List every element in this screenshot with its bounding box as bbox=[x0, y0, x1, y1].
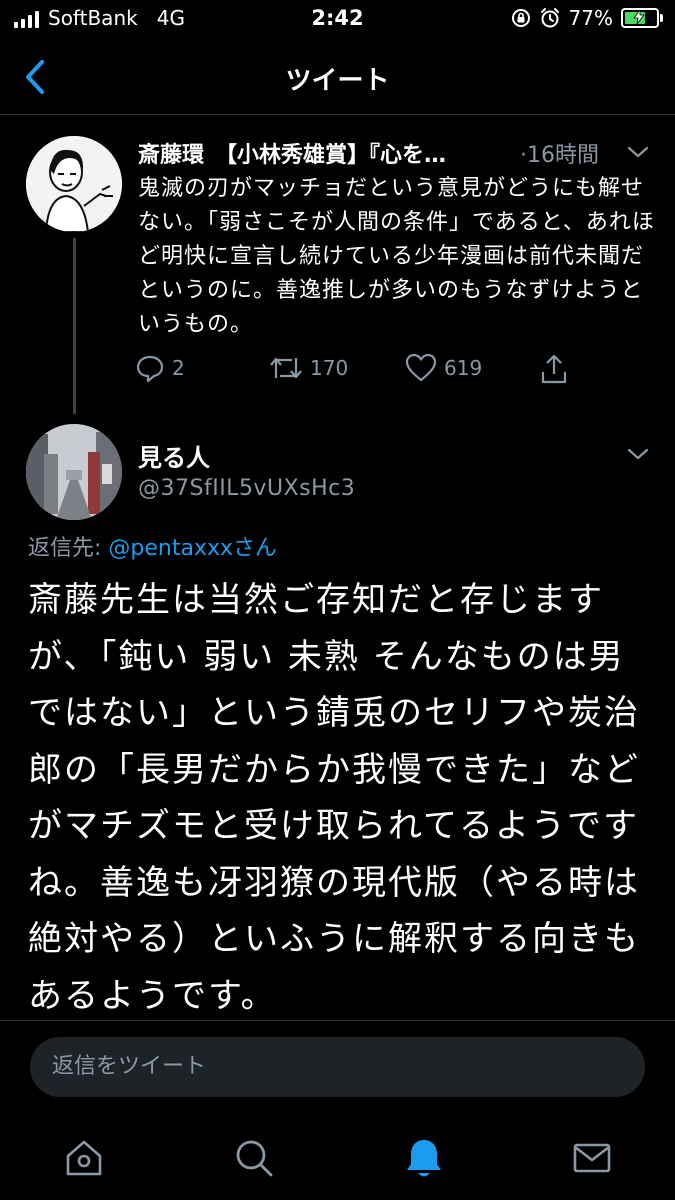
share-icon bbox=[541, 354, 567, 384]
charging-bolt-icon bbox=[633, 10, 645, 24]
tweet-timestamp[interactable]: ·16時間 bbox=[520, 137, 599, 169]
reply-to-mention-link[interactable]: @pentaxxxさん bbox=[108, 536, 277, 561]
retweet-button[interactable]: 170 bbox=[268, 352, 348, 384]
heart-icon bbox=[405, 353, 437, 382]
battery-icon bbox=[621, 8, 663, 28]
like-button[interactable]: 619 bbox=[404, 352, 482, 384]
divider bbox=[0, 1020, 675, 1021]
tweet-author-handle[interactable]: @37SfIIL5vUXsHc3 bbox=[138, 476, 355, 501]
battery-tip bbox=[660, 14, 663, 22]
reply-button[interactable]: 2 bbox=[134, 352, 185, 384]
tweet-actions: 2 170 619 bbox=[134, 352, 654, 392]
tweet-author-name[interactable]: 見る人 bbox=[138, 438, 210, 473]
city-street-photo bbox=[26, 424, 122, 520]
tab-bar bbox=[0, 1120, 675, 1200]
tweet-text: 鬼滅の刃がマッチョだという意見がどうにも解せない。「弱さこそが人間の条件」である… bbox=[138, 176, 655, 337]
reply-count: 2 bbox=[172, 356, 185, 380]
reply-to-line: 返信先: @pentaxxxさん bbox=[28, 530, 277, 562]
status-right: 77% bbox=[511, 6, 663, 30]
search-icon[interactable] bbox=[232, 1136, 276, 1180]
reply-icon bbox=[136, 355, 164, 383]
status-bar: SoftBank 4G 2:42 77% bbox=[0, 0, 675, 40]
messages-mail-icon[interactable] bbox=[570, 1136, 614, 1180]
navigation-header: ツイート bbox=[0, 40, 675, 115]
notifications-bell-icon[interactable] bbox=[402, 1136, 446, 1180]
like-count: 619 bbox=[444, 356, 483, 380]
rotation-lock-icon bbox=[511, 9, 530, 27]
thread-connector-line bbox=[73, 238, 76, 414]
reply-to-label: 返信先: bbox=[28, 536, 109, 561]
home-icon[interactable] bbox=[62, 1136, 106, 1180]
chevron-down-icon[interactable] bbox=[626, 446, 650, 462]
reply-input[interactable]: 返信をツイート bbox=[30, 1037, 645, 1097]
cartoon-avatar-icon bbox=[26, 136, 122, 232]
alarm-icon bbox=[540, 8, 559, 28]
tweet-author-name[interactable]: 斎藤環 【小林秀雄賞】『心を… bbox=[138, 137, 518, 169]
avatar[interactable] bbox=[26, 136, 122, 232]
battery-percent: 77% bbox=[568, 6, 613, 30]
share-button[interactable] bbox=[538, 352, 570, 386]
page-title: ツイート bbox=[285, 66, 390, 96]
retweet-icon bbox=[270, 357, 302, 379]
chevron-down-icon[interactable] bbox=[626, 144, 650, 160]
avatar[interactable] bbox=[26, 424, 122, 520]
retweet-count: 170 bbox=[310, 356, 349, 380]
tweet-text: 斎藤先生は当然ご存知だと存じますが、「鈍い 弱い 未熟 そんなものは男ではない」… bbox=[28, 580, 640, 1016]
